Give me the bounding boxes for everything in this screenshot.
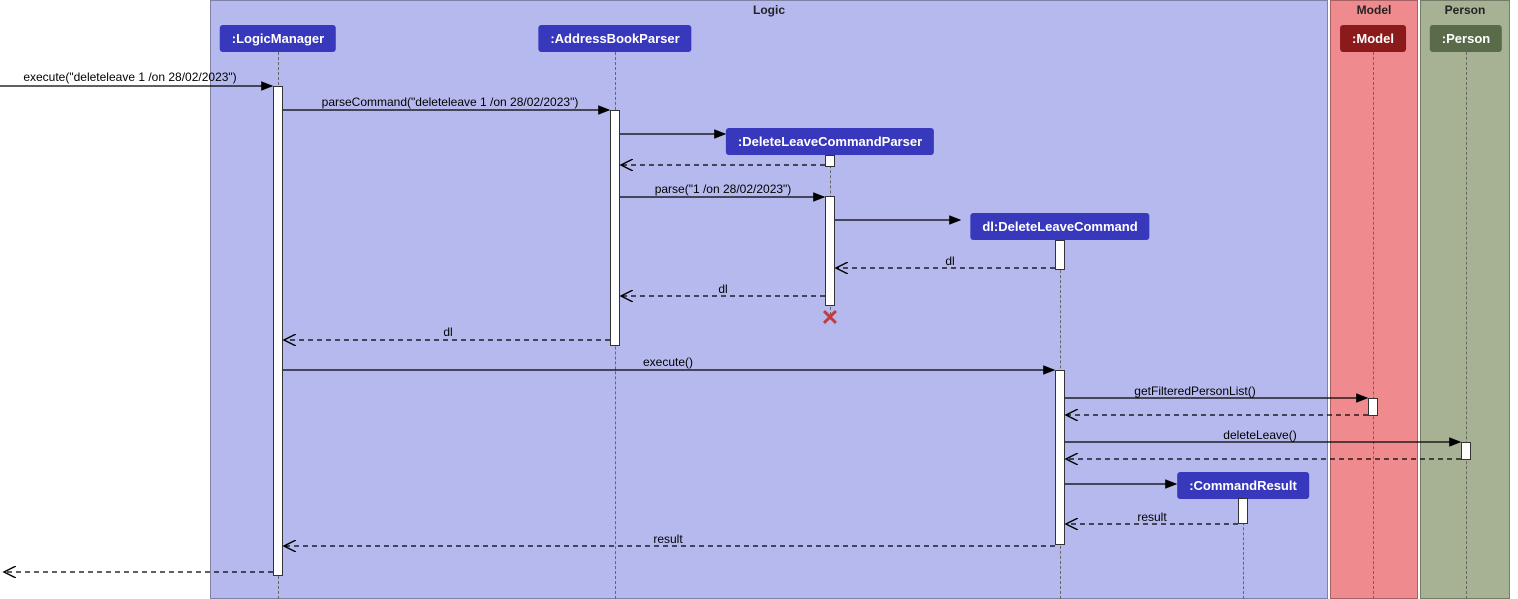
msg-result2: result: [653, 532, 682, 546]
msg-execute: execute(): [643, 355, 693, 369]
participant-addressbookparser: :AddressBookParser: [538, 25, 691, 52]
activation-dlc-found: [1055, 240, 1065, 270]
participant-person: :Person: [1430, 25, 1502, 52]
region-person-label: Person: [1445, 3, 1486, 17]
region-model: Model: [1330, 0, 1418, 599]
destroy-dlcp: ✕: [821, 305, 839, 331]
activation-dlcp-main: [825, 196, 835, 306]
msg-parsecommand: parseCommand("deleteleave 1 /on 28/02/20…: [322, 95, 579, 109]
activation-logicmanager: [273, 86, 283, 576]
lifeline-person: [1466, 52, 1467, 599]
msg-execute-in: execute("deleteleave 1 /on 28/02/2023"): [23, 70, 236, 84]
participant-dlcp: :DeleteLeaveCommandParser: [726, 128, 934, 155]
participant-logicmanager: :LogicManager: [220, 25, 336, 52]
msg-deleteleave: deleteLeave(): [1223, 428, 1296, 442]
msg-dl1: dl: [945, 254, 954, 268]
lifeline-model: [1373, 52, 1374, 599]
activation-person: [1461, 442, 1471, 460]
msg-result1: result: [1137, 510, 1166, 524]
msg-parse: parse("1 /on 28/02/2023"): [655, 182, 792, 196]
msg-getfiltered: getFilteredPersonList(): [1134, 384, 1255, 398]
activation-abp: [610, 110, 620, 346]
region-logic-label: Logic: [753, 3, 785, 17]
msg-dl3: dl: [443, 325, 452, 339]
participant-commandresult: :CommandResult: [1177, 472, 1309, 499]
activation-dlcp-found: [825, 155, 835, 167]
region-person: Person: [1420, 0, 1510, 599]
participant-model: :Model: [1340, 25, 1406, 52]
activation-model: [1368, 398, 1378, 416]
activation-dlc-exec: [1055, 370, 1065, 545]
msg-dl2: dl: [718, 282, 727, 296]
activation-commandresult: [1238, 498, 1248, 524]
participant-dlc: dl:DeleteLeaveCommand: [970, 213, 1149, 240]
region-model-label: Model: [1357, 3, 1392, 17]
